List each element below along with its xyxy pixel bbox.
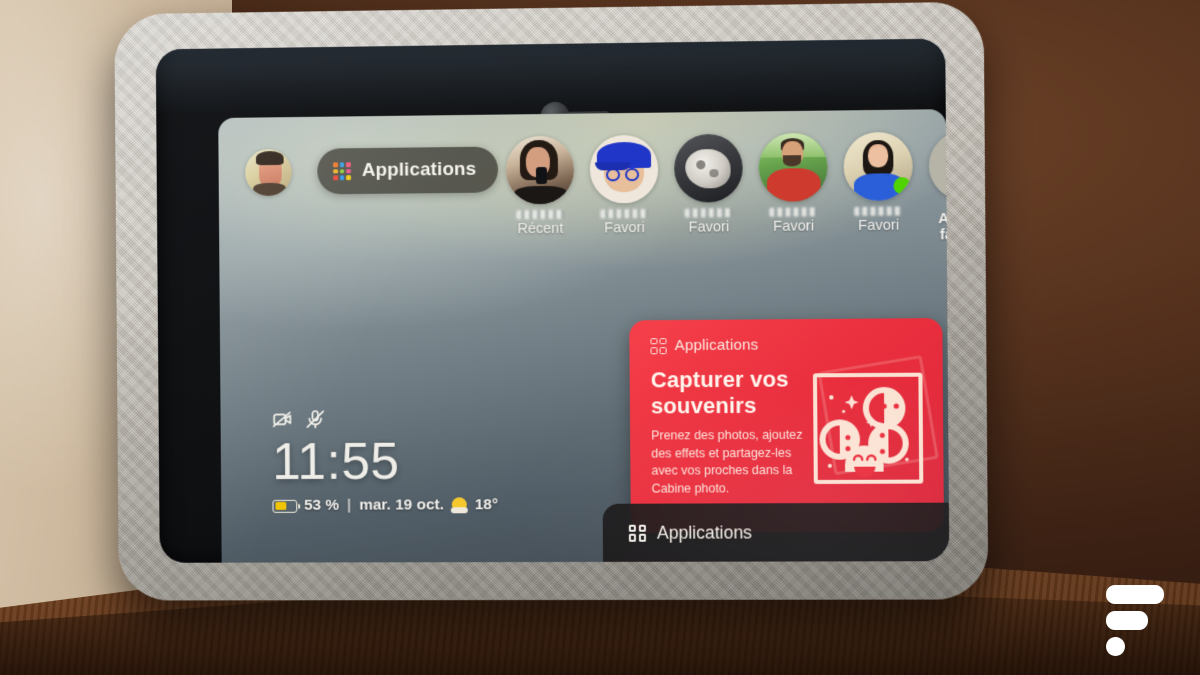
applications-pill-label: Applications bbox=[361, 158, 477, 181]
home-screen: Applications Récent Favori Favori Favori… bbox=[218, 109, 950, 563]
camera-off-icon bbox=[272, 408, 294, 430]
contact-item-favorite-2[interactable]: Favori bbox=[671, 133, 746, 236]
photo-booth-faces-illustration bbox=[809, 355, 939, 490]
photo-scene: Applications Récent Favori Favori Favori… bbox=[0, 0, 1200, 675]
promo-card[interactable]: Applications Capturer vos souvenirs Pren… bbox=[629, 318, 945, 533]
contact-name-blurred bbox=[600, 208, 649, 219]
contact-name-blurred bbox=[684, 208, 733, 218]
contact-item-favorite-3[interactable]: Favori bbox=[755, 132, 831, 235]
promo-card-header-label: Applications bbox=[674, 336, 759, 355]
avatar-body bbox=[252, 182, 287, 197]
contact-name-blurred bbox=[769, 207, 818, 217]
date-label: mar. 19 oct. bbox=[359, 496, 444, 514]
contact-avatar bbox=[505, 135, 575, 205]
contact-caption: Favori bbox=[604, 220, 645, 237]
contact-caption: Favori bbox=[773, 218, 815, 235]
promo-card-body: Capturer vos souvenirs Prenez des photos… bbox=[629, 353, 806, 498]
contact-name-blurred bbox=[516, 209, 565, 220]
applications-dock-button[interactable]: Applications bbox=[602, 502, 950, 562]
contact-avatar bbox=[758, 132, 828, 202]
contact-item-add-favorite[interactable]: Ajouter favoris bbox=[926, 130, 950, 244]
dock-label: Applications bbox=[656, 521, 753, 543]
clock-time: 11:55 bbox=[271, 432, 400, 492]
smart-display-device: Applications Récent Favori Favori Favori… bbox=[114, 1, 989, 601]
mute-status-icons bbox=[272, 407, 498, 430]
contact-memoji-cap bbox=[589, 134, 659, 204]
top-row: Applications Récent Favori Favori Favori… bbox=[218, 130, 950, 251]
contact-photo-dog bbox=[673, 133, 743, 203]
contact-item-recent[interactable]: Récent bbox=[503, 135, 578, 238]
contacts-row: Récent Favori Favori Favori Favori Ajout… bbox=[503, 130, 950, 248]
temperature-label: 18° bbox=[474, 496, 499, 514]
contact-photo-selfie bbox=[505, 135, 575, 205]
avatar-hair bbox=[256, 150, 284, 166]
battery-icon bbox=[272, 499, 298, 513]
contact-avatar bbox=[589, 134, 659, 204]
promo-card-header: Applications bbox=[629, 318, 942, 354]
contact-caption: Récent bbox=[517, 220, 564, 238]
display-glass: Applications Récent Favori Favori Favori… bbox=[155, 38, 950, 563]
contact-caption: Favori bbox=[858, 217, 900, 235]
applications-pill-button[interactable]: Applications bbox=[317, 146, 499, 195]
contact-caption-line1: Ajouter bbox=[938, 210, 950, 228]
promo-card-description: Prenez des photos, ajoutez des effets et… bbox=[651, 427, 803, 496]
contact-caption-line2: favoris bbox=[939, 226, 950, 244]
contact-avatar bbox=[843, 131, 913, 201]
battery-percent: 53 % bbox=[304, 496, 340, 514]
promo-card-title: Capturer vos souvenirs bbox=[650, 366, 789, 418]
contact-caption: Favori bbox=[688, 219, 730, 236]
apps-grid-outline-icon bbox=[650, 337, 667, 354]
contact-name-blurred bbox=[854, 206, 903, 216]
apps-grid-icon bbox=[333, 162, 352, 181]
online-status-dot bbox=[893, 177, 911, 195]
contact-item-favorite-4[interactable]: Favori bbox=[840, 131, 916, 235]
apps-grid-outline-icon bbox=[628, 524, 647, 542]
avatar[interactable] bbox=[245, 148, 292, 197]
contact-avatar bbox=[673, 133, 743, 203]
frandroid-logo bbox=[1106, 585, 1164, 656]
status-line: 53 % | mar. 19 oct. 18° bbox=[272, 496, 498, 515]
contact-photo-man-red-shirt bbox=[758, 132, 828, 202]
contact-item-favorite-1[interactable]: Favori bbox=[587, 134, 662, 237]
sun-icon bbox=[450, 496, 468, 514]
status-separator: | bbox=[346, 496, 352, 514]
clock-widget: 11:55 53 % | mar. 19 oct. 18° bbox=[272, 407, 498, 515]
mic-off-icon bbox=[304, 408, 326, 430]
